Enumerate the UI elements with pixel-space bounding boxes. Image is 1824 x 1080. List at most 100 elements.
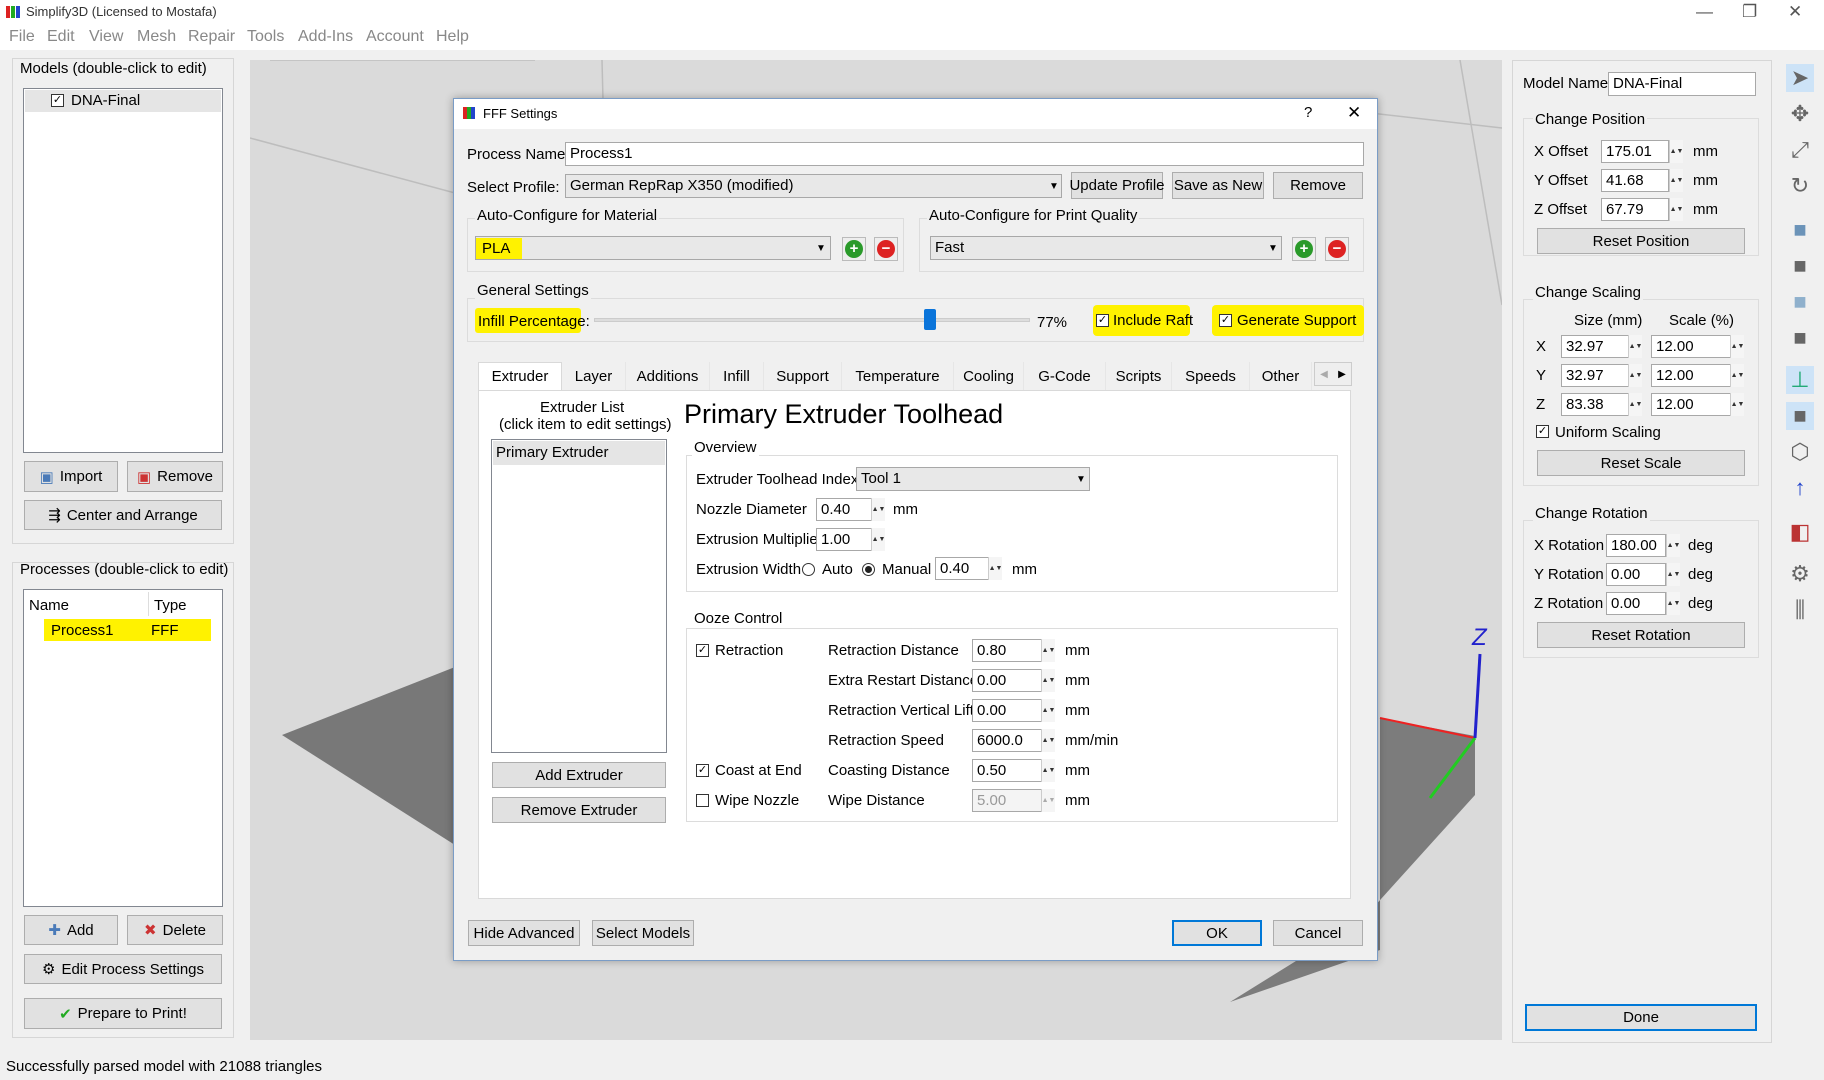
tab-infill[interactable]: Infill [710, 362, 764, 390]
auto-radio[interactable] [802, 563, 815, 576]
spin-arrows[interactable]: ▲▼ [871, 528, 885, 551]
include-raft-checkbox[interactable]: ✓ [1096, 314, 1109, 327]
tab-layer[interactable]: Layer [562, 362, 626, 390]
nozzle-input[interactable]: 0.40 [816, 498, 872, 521]
view-iso-icon[interactable]: ■ [1786, 216, 1814, 244]
wipe-checkbox[interactable] [696, 794, 709, 807]
menu-mesh[interactable]: Mesh [137, 28, 176, 46]
menu-tools[interactable]: Tools [247, 28, 284, 46]
infill-slider-track[interactable] [594, 318, 1030, 322]
menu-help[interactable]: Help [436, 28, 469, 46]
scale-x-input[interactable]: 12.00 [1651, 335, 1731, 358]
edit-process-button[interactable]: ⚙ Edit Process Settings [24, 954, 222, 984]
spin-arrows[interactable]: ▲▼ [1628, 335, 1642, 358]
col-name[interactable]: Name [29, 597, 69, 614]
spin-arrows[interactable]: ▲▼ [1666, 563, 1680, 586]
menu-repair[interactable]: Repair [188, 28, 235, 46]
process-name-input[interactable]: Process1 [565, 142, 1364, 166]
uniform-scaling-checkbox[interactable]: ✓ [1536, 425, 1549, 438]
add-process-button[interactable]: ✚ Add [24, 915, 118, 945]
minimize-icon[interactable]: — [1696, 2, 1713, 22]
arrow-up-icon[interactable]: ↑ [1786, 474, 1814, 502]
cancel-button[interactable]: Cancel [1273, 920, 1363, 946]
profile-select[interactable]: German RepRap X350 (modified) [565, 174, 1062, 198]
spin-arrows[interactable]: ▲▼ [871, 498, 885, 521]
move-icon[interactable]: ✥ [1786, 100, 1814, 128]
width-input[interactable]: 0.40 [935, 557, 991, 580]
save-as-new-button[interactable]: Save as New [1172, 172, 1264, 199]
add-material-button[interactable]: + [842, 237, 866, 261]
reset-position-button[interactable]: Reset Position [1537, 228, 1745, 254]
scale-y-input[interactable]: 12.00 [1651, 364, 1731, 387]
maximize-icon[interactable]: ❐ [1742, 2, 1757, 22]
reset-scale-button[interactable]: Reset Scale [1537, 450, 1745, 476]
spin-arrows[interactable]: ▲▼ [1730, 393, 1744, 416]
ok-button[interactable]: OK [1172, 920, 1262, 946]
menu-file[interactable]: File [9, 28, 35, 46]
menu-edit[interactable]: Edit [47, 28, 75, 46]
infill-slider-thumb[interactable] [923, 309, 936, 330]
size-y-input[interactable]: 32.97 [1561, 364, 1635, 387]
retraction-distance-input[interactable]: 0.80 [972, 639, 1042, 662]
model-checkbox[interactable]: ✓ [51, 94, 64, 107]
spin-arrows[interactable]: ▲▼ [1041, 789, 1055, 812]
vertical-lift-input[interactable]: 0.00 [972, 699, 1042, 722]
spin-arrows[interactable]: ▲▼ [1628, 393, 1642, 416]
spin-arrows[interactable]: ▲▼ [1730, 335, 1744, 358]
remove-material-button[interactable]: − [874, 237, 898, 261]
size-x-input[interactable]: 32.97 [1561, 335, 1635, 358]
delete-process-button[interactable]: ✖ Delete [127, 915, 223, 945]
axes-icon[interactable]: ⊥ [1786, 366, 1814, 394]
settings-gear-icon[interactable]: ⚙ [1786, 560, 1814, 588]
center-arrange-button[interactable]: ⇶ Center and Arrange [24, 500, 222, 530]
help-icon[interactable]: ? [1304, 104, 1312, 121]
size-z-input[interactable]: 83.38 [1561, 393, 1635, 416]
spin-arrows[interactable]: ▲▼ [1669, 140, 1683, 163]
view-front-icon[interactable]: ■ [1786, 252, 1814, 280]
retraction-speed-input[interactable]: 6000.0 [972, 729, 1042, 752]
spin-arrows[interactable]: ▲▼ [1669, 169, 1683, 192]
close-dialog-icon[interactable]: ✕ [1347, 103, 1361, 123]
add-extruder-button[interactable]: Add Extruder [492, 762, 666, 788]
menu-view[interactable]: View [89, 28, 123, 46]
manual-radio[interactable] [862, 563, 875, 576]
remove-profile-button[interactable]: Remove [1273, 172, 1363, 199]
table-row[interactable]: Process1 FFF [25, 619, 221, 641]
reset-rotation-button[interactable]: Reset Rotation [1537, 622, 1745, 648]
wipe-distance-input[interactable]: 5.00 [972, 789, 1042, 812]
spin-arrows[interactable]: ▲▼ [1041, 699, 1055, 722]
spin-arrows[interactable]: ▲▼ [1041, 639, 1055, 662]
rotate-icon[interactable]: ↻ [1786, 172, 1814, 200]
tab-g-code[interactable]: G-Code [1024, 362, 1106, 390]
chevron-left-icon[interactable]: ◀ [1320, 369, 1328, 380]
material-select[interactable] [475, 236, 831, 260]
select-models-button[interactable]: Select Models [592, 920, 694, 946]
toolhead-select[interactable]: Tool 1 [856, 467, 1090, 491]
wireframe-icon[interactable]: ⬡ [1786, 438, 1814, 466]
add-quality-button[interactable]: + [1292, 237, 1316, 261]
update-profile-button[interactable]: Update Profile [1069, 172, 1165, 199]
multiplier-input[interactable]: 1.00 [816, 528, 872, 551]
coast-checkbox[interactable]: ✓ [696, 764, 709, 777]
spin-arrows[interactable]: ▲▼ [1730, 364, 1744, 387]
tab-speeds[interactable]: Speeds [1172, 362, 1250, 390]
list-item[interactable]: Primary Extruder [493, 441, 665, 465]
tab-extruder[interactable]: Extruder [478, 362, 562, 390]
y-offset-input[interactable]: 41.68 [1601, 169, 1669, 192]
extruder-list[interactable] [491, 439, 667, 753]
scale-z-input[interactable]: 12.00 [1651, 393, 1731, 416]
spin-arrows[interactable]: ▲▼ [1628, 364, 1642, 387]
view-top-icon[interactable]: ■ [1786, 288, 1814, 316]
extra-restart-input[interactable]: 0.00 [972, 669, 1042, 692]
chevron-right-icon[interactable]: ▶ [1338, 369, 1346, 380]
spin-arrows[interactable]: ▲▼ [1666, 592, 1680, 615]
y-rotation-input[interactable]: 0.00 [1606, 563, 1666, 586]
menu-add-ins[interactable]: Add-Ins [298, 28, 353, 46]
quality-select[interactable]: Fast [930, 236, 1282, 260]
tab-additions[interactable]: Additions [626, 362, 710, 390]
tab-temperature[interactable]: Temperature [842, 362, 954, 390]
cut-view-icon[interactable]: ◧ [1786, 518, 1814, 546]
tab-scroll[interactable]: ◀ ▶ [1314, 362, 1352, 386]
spin-arrows[interactable]: ▲▼ [1666, 534, 1680, 557]
menu-account[interactable]: Account [366, 28, 424, 46]
